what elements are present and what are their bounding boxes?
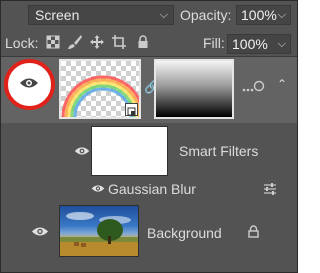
highlight-ring (4, 59, 55, 110)
blend-mode-value: Screen (35, 7, 80, 23)
lock-position-move-icon[interactable] (89, 34, 105, 50)
smart-object-badge-icon (125, 103, 138, 116)
blend-mode-dropdown[interactable]: Screen ⌵ (28, 5, 174, 25)
lock-row: Lock: Fill: 100% ⌵ (1, 31, 297, 57)
layer-name: Smart Filters (179, 143, 259, 159)
filter-blending-options-icon[interactable] (263, 183, 277, 195)
fill-value: 100% (232, 36, 268, 52)
lock-all-icon[interactable] (135, 34, 151, 50)
layer-mask-thumbnail[interactable] (154, 59, 234, 119)
lock-label: Lock: (5, 35, 39, 51)
lock-transparent-pixels-icon[interactable] (45, 34, 61, 50)
smart-filters-mask-thumbnail[interactable] (91, 126, 168, 176)
layers-panel: Screen ⌵ Opacity: 100% ⌵ Lock: Fill: 100… (0, 0, 298, 273)
chevron-down-icon: ⌵ (277, 38, 286, 50)
layer-name: Background (147, 225, 222, 241)
filter-row-gaussian-blur[interactable]: Gaussian Blur (1, 179, 297, 199)
filter-name: Gaussian Blur (108, 181, 196, 197)
background-thumbnail[interactable] (59, 205, 139, 257)
landscape-image (60, 212, 138, 256)
blend-row: Screen ⌵ Opacity: 100% ⌵ (1, 1, 297, 31)
lock-image-pixels-brush-icon[interactable] (67, 34, 83, 50)
layer-row-background[interactable]: Background (1, 199, 297, 265)
eye-icon[interactable] (19, 76, 39, 90)
opacity-field[interactable]: 100% ⌵ (236, 5, 291, 25)
layer-row-smart-filters[interactable]: Smart Filters (1, 123, 297, 179)
eye-icon[interactable] (74, 143, 90, 159)
smart-filter-icon (242, 80, 265, 92)
lock-icon (248, 225, 259, 238)
fill-field[interactable]: 100% ⌵ (227, 34, 291, 54)
eye-icon[interactable] (31, 225, 49, 238)
collapse-chevron-icon[interactable]: ⌃ (277, 77, 287, 91)
eye-icon[interactable] (91, 183, 105, 194)
chevron-down-icon: ⌵ (159, 9, 168, 21)
chevron-down-icon: ⌵ (277, 9, 286, 21)
opacity-value: 100% (241, 7, 277, 23)
layer-thumbnail[interactable] (59, 59, 141, 119)
opacity-label: Opacity: (180, 7, 232, 23)
fill-label: Fill: (203, 35, 225, 51)
lock-artboard-icon[interactable] (111, 34, 127, 50)
